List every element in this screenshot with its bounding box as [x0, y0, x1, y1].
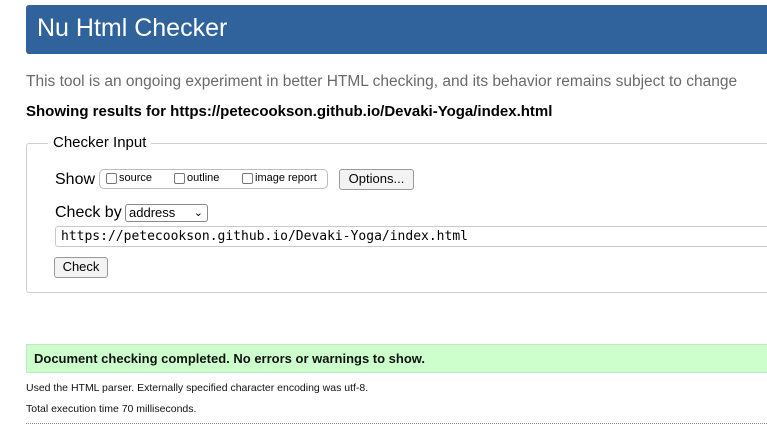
show-image-report-option[interactable]: image report: [242, 172, 317, 184]
page-title: Nu Html Checker: [37, 14, 228, 42]
check-by-label: Check by: [55, 204, 122, 221]
parser-note: Used the HTML parser. Externally specifi…: [26, 382, 369, 394]
header-bar: Nu Html Checker: [26, 5, 767, 54]
source-checkbox[interactable]: [106, 172, 117, 184]
checker-input-fieldset: Checker Input Show source outline image …: [26, 134, 767, 293]
success-message-box: Document checking completed. No errors o…: [26, 344, 767, 373]
options-button[interactable]: Options...: [339, 169, 414, 190]
page: Nu Html Checker This tool is an ongoing …: [0, 0, 767, 431]
outline-label: outline: [187, 172, 220, 184]
checker-input-legend: Checker Input: [48, 134, 152, 151]
show-options-group: source outline image report: [99, 169, 328, 189]
check-by-select[interactable]: address ⌄: [125, 204, 208, 222]
results-heading: Showing results for https://petecookson.…: [26, 103, 553, 120]
success-message: Document checking completed. No errors o…: [34, 351, 426, 366]
show-outline-option[interactable]: outline: [174, 172, 219, 184]
execution-time-note: Total execution time 70 milliseconds.: [26, 403, 197, 415]
image-report-label: image report: [255, 172, 317, 184]
divider: [26, 423, 767, 424]
tagline: This tool is an ongoing experiment in be…: [26, 73, 738, 90]
check-by-value: address: [129, 205, 176, 220]
show-label: Show: [55, 171, 96, 188]
url-input[interactable]: https://petecookson.github.io/Devaki-Yog…: [55, 226, 767, 247]
source-label: source: [119, 172, 153, 184]
check-button[interactable]: Check: [54, 257, 108, 278]
image-report-checkbox[interactable]: [242, 172, 253, 184]
outline-checkbox[interactable]: [174, 172, 185, 184]
show-source-option[interactable]: source: [106, 172, 152, 184]
chevron-down-icon: ⌄: [193, 207, 203, 219]
